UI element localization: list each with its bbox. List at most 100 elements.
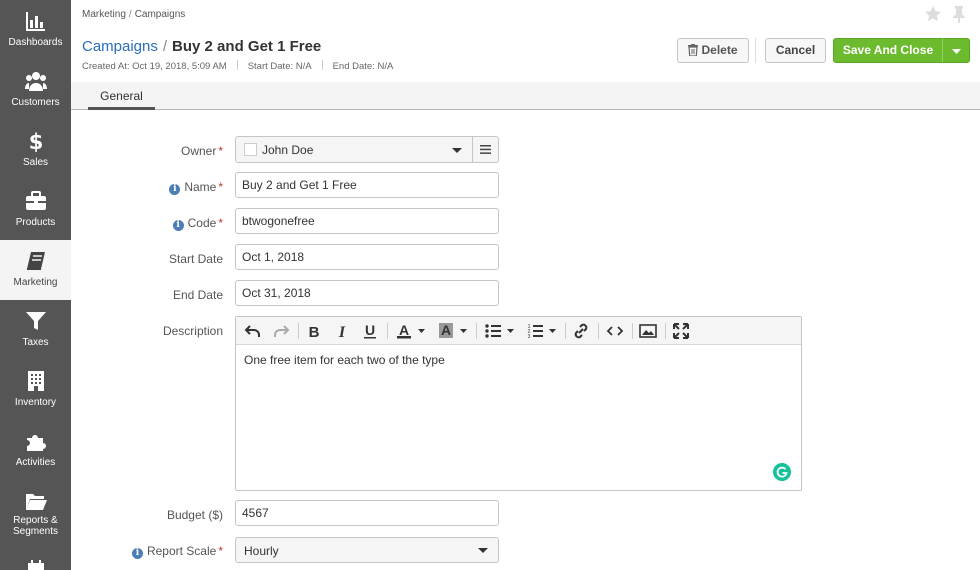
cancel-button[interactable]: Cancel bbox=[765, 38, 826, 63]
breadcrumb-item-marketing[interactable]: Marketing bbox=[82, 9, 126, 20]
owner-entity-select-button[interactable] bbox=[472, 136, 499, 163]
svg-text:3: 3 bbox=[528, 334, 531, 340]
nav-item-taxes[interactable]: Taxes bbox=[0, 300, 71, 360]
caret-down-icon bbox=[452, 148, 462, 153]
end-date-input[interactable]: Oct 31, 2018 bbox=[235, 280, 499, 306]
bar-chart-icon bbox=[26, 12, 45, 31]
description-label: Description bbox=[162, 324, 223, 338]
tab-bar: General bbox=[71, 82, 980, 110]
folder-icon bbox=[26, 494, 47, 510]
caret-down-icon bbox=[478, 548, 488, 553]
report-scale-label: i Report Scale * bbox=[131, 544, 223, 559]
calendar-icon bbox=[28, 560, 44, 570]
code-label: i Code * bbox=[172, 216, 223, 231]
owner-label-text: Owner bbox=[180, 144, 217, 158]
tab-general[interactable]: General bbox=[88, 88, 155, 110]
nav-label: Sales bbox=[22, 157, 48, 168]
meta-created-at: Created At: Oct 19, 2018, 5:09 AM bbox=[82, 61, 227, 72]
meta-start-date: Start Date: N/A bbox=[247, 61, 312, 72]
save-and-close-button[interactable]: Save And Close bbox=[833, 38, 943, 63]
nav-item-more[interactable] bbox=[0, 540, 71, 570]
redo-icon[interactable] bbox=[272, 322, 290, 340]
header-divider bbox=[755, 38, 756, 63]
caret-down-icon bbox=[952, 49, 961, 54]
italic-icon[interactable]: I bbox=[334, 322, 350, 340]
required-marker: * bbox=[218, 180, 223, 194]
nav-item-reports-segments[interactable]: Reports & Segments bbox=[0, 480, 71, 540]
building-icon bbox=[28, 371, 44, 391]
title-separator: / bbox=[162, 38, 168, 55]
owner-select[interactable]: John Doe bbox=[235, 136, 473, 163]
code-icon[interactable] bbox=[606, 322, 624, 340]
end-date-label: End Date bbox=[172, 288, 223, 302]
funnel-icon bbox=[26, 312, 46, 330]
bold-icon[interactable]: B bbox=[306, 322, 322, 340]
nav-item-dashboards[interactable]: Dashboards bbox=[0, 0, 71, 60]
background-color-icon[interactable]: A bbox=[438, 322, 468, 340]
users-icon bbox=[25, 72, 47, 91]
budget-label: Budget ($) bbox=[166, 508, 223, 522]
underline-icon[interactable]: U bbox=[362, 322, 378, 340]
title-record-name: Buy 2 and Get 1 Free bbox=[172, 38, 322, 55]
svg-text:A: A bbox=[399, 322, 409, 338]
budget-input[interactable]: 4567 bbox=[235, 500, 499, 526]
title-link-campaigns[interactable]: Campaigns bbox=[82, 38, 158, 55]
nav-item-customers[interactable]: Customers bbox=[0, 60, 71, 120]
description-text: One free item for each two of the type bbox=[244, 353, 445, 367]
info-icon[interactable]: i bbox=[131, 548, 143, 559]
hamburger-menu-icon bbox=[480, 145, 491, 154]
nav-label: Dashboards bbox=[8, 37, 63, 48]
briefcase-icon bbox=[26, 191, 46, 210]
svg-text:B: B bbox=[309, 324, 320, 340]
nav-item-products[interactable]: Products bbox=[0, 180, 71, 240]
description-editor[interactable]: B I U A A 123 One free item for each two… bbox=[235, 316, 802, 491]
nav-item-marketing[interactable]: Marketing bbox=[0, 240, 71, 300]
text-color-icon[interactable]: A bbox=[396, 322, 426, 340]
save-options-dropdown[interactable] bbox=[942, 38, 970, 63]
nav-label: Inventory bbox=[14, 397, 57, 408]
name-input[interactable]: Buy 2 and Get 1 Free bbox=[235, 172, 499, 198]
report-scale-select[interactable]: Hourly bbox=[235, 537, 499, 563]
svg-text:$: $ bbox=[29, 130, 44, 152]
star-icon[interactable] bbox=[924, 5, 942, 23]
breadcrumb-item-campaigns[interactable]: Campaigns bbox=[135, 9, 186, 20]
nav-label: Taxes bbox=[22, 337, 49, 348]
page-header: Marketing / Campaigns Campaigns / Buy 2 and … bbox=[71, 0, 980, 82]
meta-end-date: End Date: N/A bbox=[332, 61, 394, 72]
svg-text:I: I bbox=[338, 324, 346, 340]
nav-label: Customers bbox=[11, 97, 60, 108]
name-label: i Name * bbox=[169, 180, 223, 195]
bullet-list-icon[interactable] bbox=[484, 322, 516, 340]
required-marker: * bbox=[218, 216, 223, 230]
code-label-text: Code bbox=[187, 216, 217, 230]
avatar bbox=[244, 143, 257, 156]
nav-label: Activities bbox=[15, 457, 56, 468]
breadcrumb-separator: / bbox=[128, 9, 132, 20]
nav-item-inventory[interactable]: Inventory bbox=[0, 360, 71, 420]
grammarly-icon[interactable] bbox=[773, 463, 791, 481]
delete-button[interactable]: Delete bbox=[677, 38, 749, 63]
link-icon[interactable] bbox=[572, 322, 590, 340]
numbered-list-icon[interactable]: 123 bbox=[526, 322, 558, 340]
puzzle-icon bbox=[27, 435, 46, 451]
nav-item-sales[interactable]: $ Sales bbox=[0, 120, 71, 180]
nav-label: Marketing bbox=[13, 277, 58, 288]
info-icon[interactable]: i bbox=[169, 184, 181, 195]
pin-icon[interactable] bbox=[951, 5, 967, 23]
start-date-input[interactable]: Oct 1, 2018 bbox=[235, 244, 499, 270]
record-meta: Created At: Oct 19, 2018, 5:09 AM Start D… bbox=[82, 60, 393, 72]
main-sidebar: Dashboards Customers $ Sales Products Ma… bbox=[0, 0, 71, 570]
code-input[interactable]: btwogonefree bbox=[235, 208, 499, 234]
fullscreen-icon[interactable] bbox=[672, 322, 690, 340]
nav-label: Segments bbox=[12, 526, 59, 537]
book-icon bbox=[27, 252, 45, 270]
trash-icon bbox=[688, 44, 699, 57]
nav-item-activities[interactable]: Activities bbox=[0, 420, 71, 480]
image-icon[interactable] bbox=[639, 322, 657, 340]
undo-icon[interactable] bbox=[244, 322, 262, 340]
svg-text:U: U bbox=[365, 322, 375, 338]
delete-button-label: Delete bbox=[701, 43, 738, 57]
report-scale-value: Hourly bbox=[244, 544, 279, 558]
editor-toolbar: B I U A A 123 bbox=[236, 317, 801, 345]
info-icon[interactable]: i bbox=[172, 220, 184, 231]
